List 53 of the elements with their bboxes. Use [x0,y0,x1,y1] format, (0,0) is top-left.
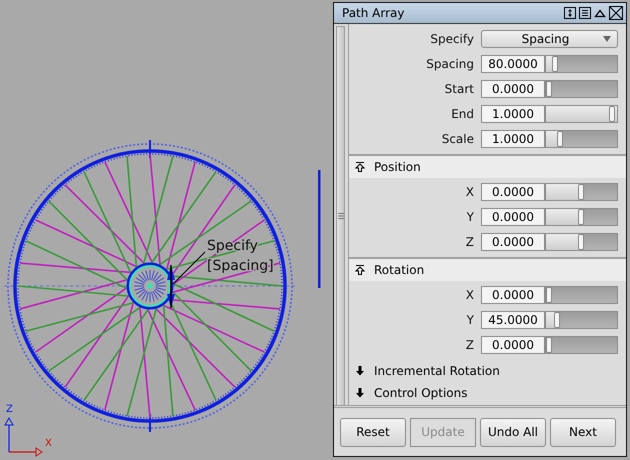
resize-icon[interactable] [564,7,576,19]
number-field[interactable]: 80.0000 [481,55,545,73]
field-label: End [450,107,475,121]
action-button[interactable]: Next [550,418,616,446]
section-header[interactable]: Incremental Rotation [349,360,626,382]
field-label: Spacing [425,57,475,71]
collapse-icon[interactable] [594,7,606,19]
slider-thumb[interactable] [552,56,558,72]
collapse-arrow-icon [355,162,365,172]
axis-field-label: Z [464,338,475,352]
axis-field-label: X [464,185,475,199]
double-arrow-drawing [167,265,175,308]
number-field[interactable]: 0.0000 [481,183,545,201]
expand-arrow-icon [355,388,365,398]
axis-field-label: X [464,288,475,302]
number-field[interactable]: 45.0000 [481,311,545,329]
section-header[interactable]: Rotation [349,259,626,281]
action-button[interactable]: Undo All [480,418,546,446]
annotation-text: [Spacing] [207,258,274,274]
field-label: Specify [429,32,475,46]
dropdown-arrow-icon [603,36,611,42]
menu-icon[interactable] [579,7,591,19]
section-header[interactable]: Control Options [349,382,626,404]
axis-field-label: Y [466,210,475,224]
axis-label: Z [6,404,13,415]
panel-title: Path Array [342,6,406,20]
number-field[interactable]: 0.0000 [481,286,545,304]
axis-field-label: Z [464,235,475,249]
field-label: Start [444,82,475,96]
number-field[interactable]: 1.0000 [481,130,545,148]
close-icon[interactable] [609,6,623,20]
specify-dropdown[interactable]: Spacing [481,30,618,48]
field-label: Scale [440,132,475,146]
number-field[interactable]: 1.0000 [481,105,545,123]
number-field[interactable]: 0.0000 [481,336,545,354]
grip-icon[interactable] [338,212,344,220]
slider-thumb[interactable] [546,287,552,303]
number-field[interactable]: 0.0000 [481,233,545,251]
number-field[interactable]: 0.0000 [481,80,545,98]
slider-thumb[interactable] [546,337,552,353]
panel-scrollbar[interactable] [336,26,345,405]
collapse-arrow-icon [355,265,365,275]
leader-line [172,252,206,284]
slider-thumb[interactable] [609,106,615,122]
slider-thumb[interactable] [557,131,564,147]
axis-field-label: Y [466,313,475,327]
number-field[interactable]: 0.0000 [481,208,545,226]
slider-thumb[interactable] [546,81,552,97]
action-button[interactable]: Reset [340,418,406,446]
section-header[interactable]: Position [349,156,626,178]
expand-arrow-icon [355,366,365,376]
axis-gizmo-drawing [4,417,43,457]
axis-label: X [45,438,52,449]
